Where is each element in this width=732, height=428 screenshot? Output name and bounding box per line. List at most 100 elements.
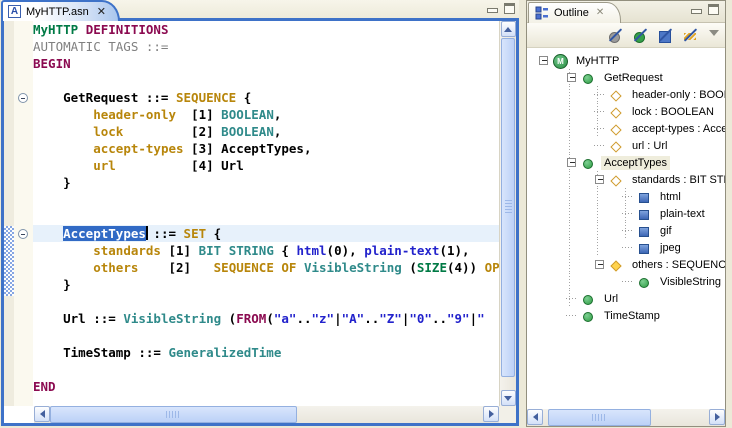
tree-item-label[interactable]: url : Url <box>629 139 670 153</box>
code-line[interactable]: others [2] SEQUENCE OF VisibleString (SI… <box>33 259 499 276</box>
outline-horizontal-scrollbar[interactable] <box>527 409 725 426</box>
expand-toggle-minus-icon[interactable] <box>595 260 604 269</box>
tree-row[interactable]: TimeStamp <box>527 307 725 324</box>
code-line[interactable] <box>33 191 499 208</box>
code-line[interactable]: accept-types [3] AcceptTypes, <box>33 140 499 157</box>
expand-toggle-minus-icon[interactable] <box>539 56 548 65</box>
editor-tab-close-icon[interactable]: ✕ <box>94 6 106 17</box>
vertical-scroll-track[interactable] <box>500 37 516 390</box>
fold-collapse-icon[interactable] <box>18 229 28 239</box>
tree-row[interactable]: VisibleString <box>527 273 725 290</box>
type-icon <box>580 155 596 171</box>
code-line[interactable]: url [4] Url <box>33 157 499 174</box>
horizontal-scroll-track[interactable] <box>50 406 483 423</box>
bit-icon <box>636 240 652 256</box>
code-line[interactable] <box>33 327 499 344</box>
tree-item-label[interactable]: standards : BIT STRING <box>629 173 725 187</box>
tree-item-label[interactable]: AcceptTypes <box>601 156 670 170</box>
chevron-down-icon[interactable] <box>709 30 719 41</box>
outline-tree[interactable]: MyHTTP GetRequest header-only : BOOLEAN loc… <box>527 48 725 409</box>
code-line[interactable]: header-only [1] BOOLEAN, <box>33 106 499 123</box>
code-line[interactable]: GetRequest ::= SEQUENCE { <box>33 89 499 106</box>
fold-collapse-icon[interactable] <box>18 93 28 103</box>
code-line[interactable]: AUTOMATIC TAGS ::= <box>33 38 499 55</box>
vertical-scroll-thumb[interactable] <box>501 38 515 377</box>
tree-item-label[interactable]: html <box>657 190 684 204</box>
outline-maximize-button[interactable] <box>708 4 719 15</box>
scroll-right-arrow[interactable] <box>709 409 725 425</box>
expand-toggle-minus-icon[interactable] <box>567 73 576 82</box>
tree-row[interactable]: plain-text <box>527 205 725 222</box>
scroll-right-arrow[interactable] <box>483 406 499 422</box>
tree-row[interactable]: html <box>527 188 725 205</box>
tree-row[interactable]: AcceptTypes <box>527 154 725 171</box>
tree-item-label[interactable]: jpeg <box>657 241 684 255</box>
outline-tab[interactable]: Outline ✕ <box>528 2 621 23</box>
tree-row[interactable]: Url <box>527 290 725 307</box>
code-line[interactable]: lock [2] BOOLEAN, <box>33 123 499 140</box>
code-line[interactable] <box>33 208 499 225</box>
tree-row[interactable]: jpeg <box>527 239 725 256</box>
editor-minimize-button[interactable] <box>487 8 498 13</box>
code-line[interactable]: } <box>33 174 499 191</box>
tree-item-label[interactable]: accept-types : AcceptTypes <box>629 122 725 136</box>
code-line[interactable]: } <box>33 276 499 293</box>
tree-row[interactable]: MyHTTP <box>527 52 725 69</box>
code-line[interactable] <box>33 293 499 310</box>
tree-item-label[interactable]: MyHTTP <box>573 54 622 68</box>
tree-item-label[interactable]: gif <box>657 224 675 238</box>
tree-item-label[interactable]: GetRequest <box>601 71 666 85</box>
filter-gold-fields-icon[interactable] <box>682 27 699 44</box>
code-line[interactable]: BEGIN <box>33 55 499 72</box>
tree-row[interactable]: standards : BIT STRING <box>527 171 725 188</box>
horizontal-scroll-thumb[interactable] <box>548 409 651 426</box>
code-line[interactable]: TimeStamp ::= GeneralizedTime <box>33 344 499 361</box>
filter-blue-bits-icon[interactable] <box>657 27 674 44</box>
editor-vertical-scrollbar[interactable] <box>499 21 516 406</box>
tree-row[interactable]: gif <box>527 222 725 239</box>
outline-tab-close-icon[interactable]: ✕ <box>594 8 604 18</box>
scroll-left-arrow[interactable] <box>527 409 543 425</box>
scroll-left-arrow[interactable] <box>34 406 50 422</box>
filter-gray-values-icon[interactable] <box>607 27 624 44</box>
scroll-up-arrow[interactable] <box>501 21 516 37</box>
tree-item-label[interactable]: others : SEQUENCE OF <box>629 258 725 272</box>
filter-green-types-icon[interactable] <box>632 27 649 44</box>
tree-row[interactable]: GetRequest <box>527 69 725 86</box>
tree-row[interactable]: others : SEQUENCE OF <box>527 256 725 273</box>
code-area[interactable]: MyHTTP DEFINITIONSAUTOMATIC TAGS ::=BEGI… <box>33 21 499 406</box>
tree-connector <box>594 94 605 95</box>
code-line[interactable] <box>33 72 499 89</box>
code-line[interactable]: MyHTTP DEFINITIONS <box>33 21 499 38</box>
field-icon <box>608 138 624 154</box>
code-line[interactable]: standards [1] BIT STRING { html(0), plai… <box>33 242 499 259</box>
editor-horizontal-scrollbar[interactable] <box>34 406 499 423</box>
tree-item-label[interactable]: lock : BOOLEAN <box>629 105 717 119</box>
tree-row[interactable]: accept-types : AcceptTypes <box>527 120 725 137</box>
tree-item-label[interactable]: header-only : BOOLEAN <box>629 88 725 102</box>
outline-minimize-button[interactable] <box>691 9 702 14</box>
code-line[interactable]: AcceptTypes ::= SET { <box>33 225 499 242</box>
tree-row[interactable]: header-only : BOOLEAN <box>527 86 725 103</box>
tree-row[interactable]: lock : BOOLEAN <box>527 103 725 120</box>
tree-row[interactable]: url : Url <box>527 137 725 154</box>
horizontal-scroll-track[interactable] <box>543 409 709 426</box>
tree-connector <box>622 230 633 231</box>
ruler-corner <box>4 406 34 423</box>
thumb-grip <box>166 411 180 418</box>
tree-item-label[interactable]: Url <box>601 292 621 306</box>
code-line[interactable] <box>33 361 499 378</box>
editor-tab[interactable]: A MyHTTP.asn ✕ <box>1 0 120 21</box>
expand-toggle-minus-icon[interactable] <box>595 175 604 184</box>
code-line[interactable]: END <box>33 378 499 395</box>
editor-maximize-button[interactable] <box>504 3 515 14</box>
folding-ruler[interactable] <box>14 21 33 406</box>
tree-item-label[interactable]: VisibleString <box>657 275 724 289</box>
horizontal-scroll-thumb[interactable] <box>50 406 297 423</box>
tree-item-label[interactable]: plain-text <box>657 207 708 221</box>
expand-toggle-minus-icon[interactable] <box>567 158 576 167</box>
tree-item-label[interactable]: TimeStamp <box>601 309 663 323</box>
annotation-ruler[interactable] <box>4 21 14 406</box>
scroll-down-arrow[interactable] <box>501 390 516 406</box>
code-line[interactable]: Url ::= VisibleString (FROM("a".."z"|"A"… <box>33 310 499 327</box>
